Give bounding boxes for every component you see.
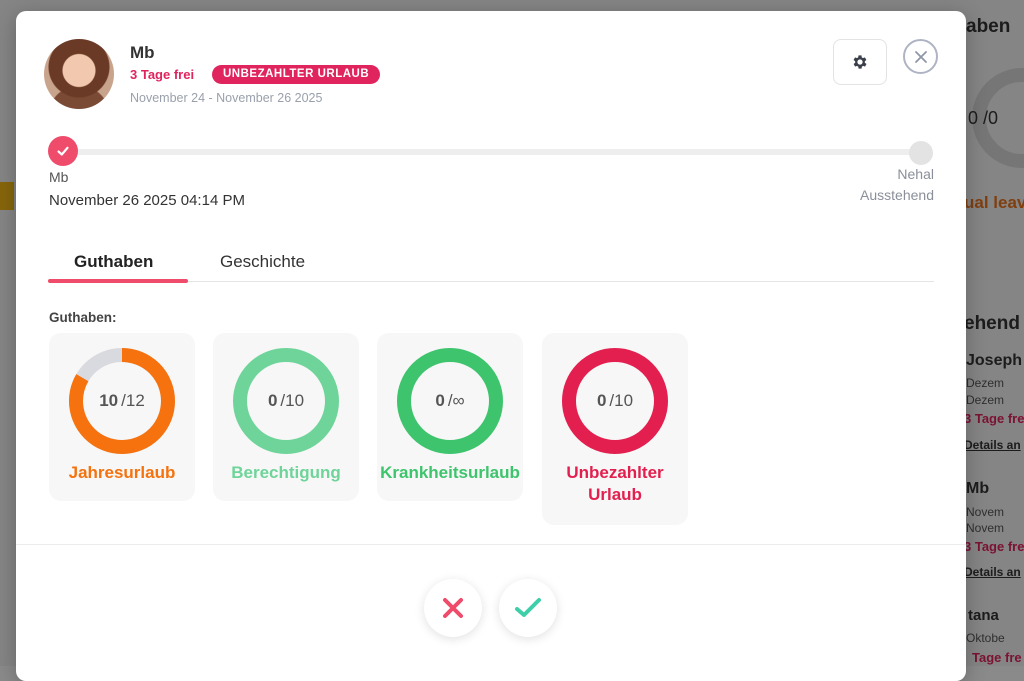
balance-ring: 0/10 (561, 347, 669, 455)
footer-divider (16, 544, 966, 545)
reject-button[interactable] (424, 579, 482, 637)
days-free-count: 3 Tage frei (130, 67, 195, 82)
x-icon (443, 598, 463, 618)
balance-card-unpaid: 0/10 Unbezahlter Urlaub (542, 333, 688, 525)
pending-step-name: Nehal (897, 166, 934, 182)
user-name: Mb (130, 43, 155, 62)
avatar (44, 39, 114, 109)
balance-total: /12 (121, 391, 145, 410)
balance-label: Krankheitsurlaub (380, 463, 520, 482)
balance-ring: 0/10 (232, 347, 340, 455)
leave-request-modal: Mb 3 Tage frei UNBEZAHLTER URLAUB Novemb… (16, 11, 966, 681)
tab-balance[interactable]: Guthaben (74, 252, 153, 272)
balance-used: 0 (435, 391, 445, 410)
balance-section-label: Guthaben: (49, 310, 117, 325)
settings-button[interactable] (833, 39, 887, 85)
balance-card-annual: 10/12 Jahresurlaub (49, 333, 195, 501)
close-button[interactable] (903, 39, 938, 74)
check-icon (57, 146, 69, 156)
completed-step-datetime: November 26 2025 04:14 PM (49, 192, 245, 209)
balance-card-entitlement: 0/10 Berechtigung (213, 333, 359, 501)
date-range: November 24 - November 26 2025 (130, 91, 323, 105)
approval-progress-track (58, 149, 924, 155)
completed-step-name: Mb (49, 169, 69, 185)
approval-step-completed (48, 136, 78, 166)
balance-label: Unbezahlter Urlaub (566, 463, 664, 504)
approve-button[interactable] (499, 579, 557, 637)
balance-used: 10 (99, 391, 119, 410)
balance-total: /10 (609, 391, 634, 410)
tab-history[interactable]: Geschichte (220, 252, 305, 272)
balance-used: 0 (267, 391, 278, 410)
approval-step-pending (909, 141, 933, 165)
balance-card-sick: 0/∞ Krankheitsurlaub (377, 333, 523, 501)
active-tab-indicator (48, 279, 188, 283)
balance-ring: 0/∞ (396, 347, 504, 455)
check-icon (515, 598, 541, 617)
balance-total: /∞ (447, 391, 465, 410)
balance-label: Jahresurlaub (68, 463, 176, 482)
close-icon (914, 50, 927, 63)
pending-step-status: Ausstehend (860, 187, 934, 203)
leave-type-badge: UNBEZAHLTER URLAUB (212, 65, 381, 84)
balance-used: 0 (596, 391, 607, 410)
balance-total: /10 (280, 391, 305, 410)
balance-ring: 10/12 (68, 347, 176, 455)
gear-icon (853, 55, 867, 69)
balance-label: Berechtigung (231, 463, 341, 482)
